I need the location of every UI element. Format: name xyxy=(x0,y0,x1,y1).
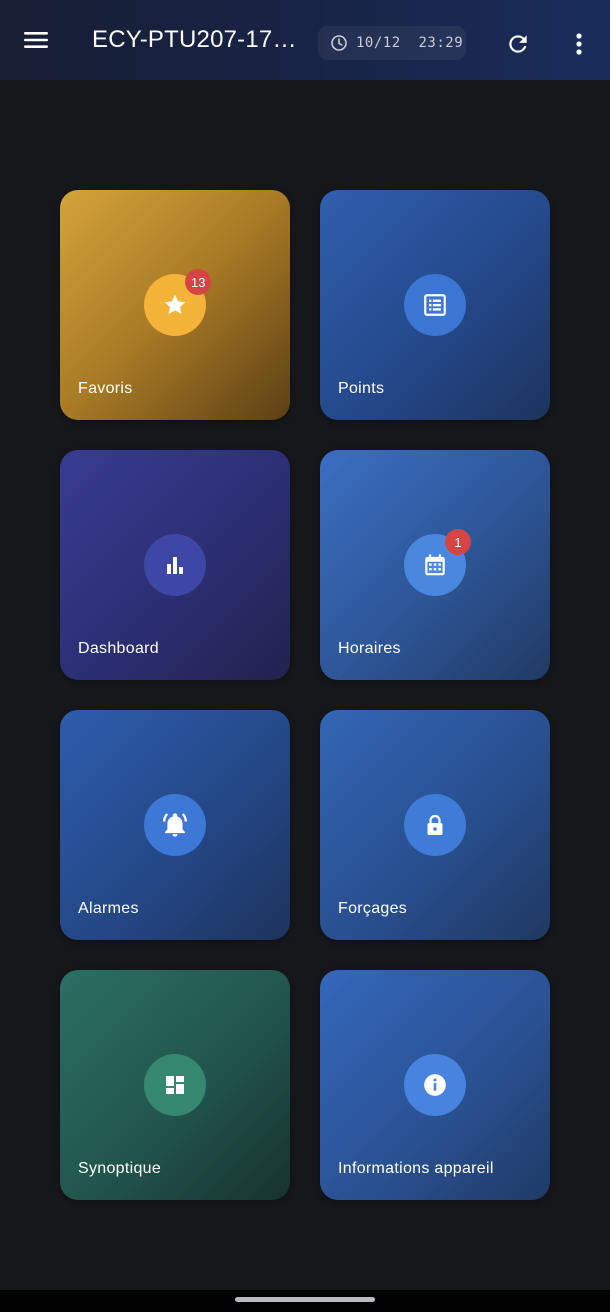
favoris-count-badge: 13 xyxy=(185,269,212,295)
tile-icon-circle xyxy=(404,794,466,856)
module-grid: 13 Favoris Points Dashboard 1 Horaires A… xyxy=(60,190,550,1200)
hamburger-menu-icon xyxy=(24,32,48,48)
tile-icon-circle xyxy=(404,274,466,336)
info-icon xyxy=(424,1074,446,1096)
tile-favoris[interactable]: 13 Favoris xyxy=(60,190,290,420)
tile-label: Dashboard xyxy=(78,640,159,657)
list-icon xyxy=(424,294,446,316)
refresh-icon xyxy=(509,35,527,53)
datetime-chip: 10/12 23:29 xyxy=(318,26,466,60)
lock-icon xyxy=(427,814,443,835)
datetime-text: 10/12 23:29 xyxy=(356,35,464,51)
home-indicator[interactable] xyxy=(235,1297,375,1302)
tile-points[interactable]: Points xyxy=(320,190,550,420)
tile-icon-circle xyxy=(144,534,206,596)
device-title: ECY-PTU207-173... xyxy=(92,26,304,53)
clock-icon xyxy=(331,35,347,51)
menu-button[interactable] xyxy=(20,24,52,56)
tile-horaires[interactable]: 1 Horaires xyxy=(320,450,550,680)
tile-forcages[interactable]: Forçages xyxy=(320,710,550,940)
tile-label: Forçages xyxy=(338,900,408,917)
star-icon xyxy=(164,294,186,314)
horaires-count-badge: 1 xyxy=(445,529,471,555)
tile-label: Synoptique xyxy=(78,1160,162,1177)
more-vert-icon xyxy=(576,33,582,55)
tile-label: Favoris xyxy=(78,380,133,397)
tile-icon-circle xyxy=(144,794,206,856)
calendar-icon xyxy=(425,554,445,576)
more-options-button[interactable] xyxy=(566,28,592,60)
refresh-button[interactable] xyxy=(502,28,534,60)
tile-dashboard[interactable]: Dashboard xyxy=(60,450,290,680)
tile-alarmes[interactable]: Alarmes xyxy=(60,710,290,940)
bar-chart-icon xyxy=(167,557,183,574)
tile-label: Horaires xyxy=(338,640,401,657)
tile-label: Alarmes xyxy=(78,900,139,917)
tile-icon-circle xyxy=(144,1054,206,1116)
tile-label: Informations appareil xyxy=(338,1160,494,1177)
dashboard-layout-icon xyxy=(166,1076,184,1094)
app-bar: ECY-PTU207-173... 10/12 23:29 xyxy=(0,0,610,80)
tile-icon-circle xyxy=(404,1054,466,1116)
tile-synoptique[interactable]: Synoptique xyxy=(60,970,290,1200)
tile-label: Points xyxy=(338,380,385,397)
tile-informations-appareil[interactable]: Informations appareil xyxy=(320,970,550,1200)
alarm-bell-icon xyxy=(162,813,188,837)
